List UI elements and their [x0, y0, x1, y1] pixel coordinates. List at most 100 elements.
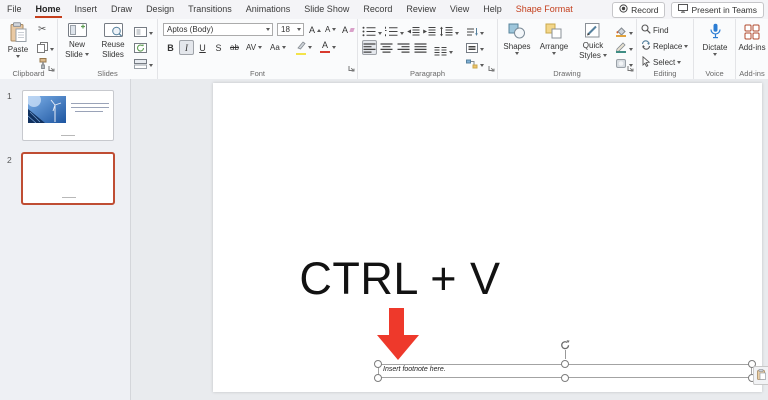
- font-dialog-launcher[interactable]: [348, 59, 355, 77]
- clipboard-dialog-launcher[interactable]: [48, 59, 55, 77]
- slide-2-thumbnail-selected[interactable]: [21, 152, 115, 205]
- font-size-combobox[interactable]: 18: [277, 23, 304, 36]
- selection-handle-top-left[interactable]: [374, 360, 382, 368]
- font-color-bar: [320, 50, 330, 53]
- tab-review[interactable]: Review: [399, 0, 443, 19]
- record-button[interactable]: Record: [612, 1, 666, 18]
- tab-transitions[interactable]: Transitions: [181, 0, 239, 19]
- thumbnail-text-line: [75, 111, 103, 112]
- tab-slide-show[interactable]: Slide Show: [297, 0, 356, 19]
- slide-1-thumbnail[interactable]: [22, 90, 114, 141]
- align-center-button[interactable]: [379, 40, 394, 55]
- slide-canvas[interactable]: [213, 83, 762, 392]
- caret-down-icon: [332, 28, 337, 31]
- align-left-button[interactable]: [362, 40, 377, 55]
- ribbon-group-clipboard: Paste ✂ Clipboard: [0, 19, 58, 79]
- tab-file[interactable]: File: [0, 0, 29, 19]
- clear-formatting-button[interactable]: A: [342, 25, 355, 35]
- tab-view[interactable]: View: [443, 0, 476, 19]
- replace-button[interactable]: Replace: [641, 40, 689, 52]
- drawing-dialog-launcher[interactable]: [627, 59, 634, 77]
- reuse-slides-label-line1: Reuse: [101, 40, 125, 49]
- select-label: Select: [653, 58, 676, 67]
- chevron-down-icon: [515, 52, 519, 55]
- voice-group-label: Voice: [705, 69, 724, 78]
- chevron-down-icon: [400, 31, 404, 35]
- font-color-button[interactable]: A: [320, 41, 336, 53]
- chevron-down-icon: [602, 54, 607, 57]
- chevron-down-icon: [480, 47, 484, 51]
- tab-help[interactable]: Help: [476, 0, 509, 19]
- chevron-down-icon: [84, 53, 89, 56]
- font-size-value: 18: [281, 25, 290, 34]
- replace-label: Replace: [653, 41, 683, 51]
- change-case-letters: Aa: [270, 43, 280, 52]
- tab-home[interactable]: Home: [29, 0, 68, 19]
- font-name-value: Aptos (Body): [167, 25, 214, 34]
- font-name-combobox[interactable]: Aptos (Body): [163, 23, 273, 36]
- quick-styles-icon: [585, 23, 601, 40]
- present-screen-icon: [678, 4, 689, 15]
- ribbon-group-voice: Dictate Voice: [694, 19, 736, 79]
- chevron-down-icon: [684, 44, 689, 48]
- red-arrow-head[interactable]: [377, 335, 419, 360]
- tab-shape-format[interactable]: Shape Format: [509, 0, 580, 19]
- tab-draw[interactable]: Draw: [104, 0, 139, 19]
- decrease-font-size-button[interactable]: A: [325, 25, 337, 34]
- editing-group-label: Editing: [653, 69, 677, 78]
- slide-main-text[interactable]: CTRL + V: [270, 253, 530, 305]
- chevron-down-icon: [149, 63, 153, 67]
- paste-options-button[interactable]: [753, 366, 768, 385]
- align-right-button[interactable]: [396, 40, 411, 55]
- strikethrough-button[interactable]: ab: [226, 40, 243, 55]
- line-spacing-button[interactable]: [439, 24, 459, 42]
- red-arrow-stem[interactable]: [389, 308, 404, 336]
- justify-button[interactable]: [413, 40, 428, 55]
- grow-font-letter: A: [309, 25, 316, 35]
- microphone-icon: [709, 23, 722, 42]
- new-slide-button[interactable]: New Slide: [60, 23, 94, 59]
- paragraph-dialog-launcher[interactable]: [488, 59, 495, 77]
- tab-design[interactable]: Design: [139, 0, 181, 19]
- chevron-down-icon: [378, 31, 382, 35]
- reuse-slides-button[interactable]: Reuse Slides: [96, 23, 130, 59]
- selection-handle-top-middle[interactable]: [561, 360, 569, 368]
- tab-record[interactable]: Record: [356, 0, 399, 19]
- paste-button[interactable]: Paste: [2, 22, 34, 58]
- reuse-slides-icon: [103, 23, 123, 39]
- increase-font-size-button[interactable]: A: [309, 25, 322, 35]
- chevron-down-icon: [281, 46, 286, 49]
- change-case-button[interactable]: Aa: [270, 43, 286, 52]
- text-highlight-button[interactable]: [296, 41, 312, 55]
- tab-insert[interactable]: Insert: [68, 0, 105, 19]
- arrange-button[interactable]: Arrange: [536, 23, 572, 55]
- caret-up-icon: [317, 28, 322, 32]
- present-button-label: Present in Teams: [691, 4, 757, 15]
- add-ins-button[interactable]: Add-ins: [736, 24, 768, 52]
- underline-button[interactable]: U: [195, 40, 210, 55]
- columns-button[interactable]: [434, 43, 453, 61]
- dictate-button[interactable]: Dictate: [698, 23, 732, 56]
- bold-button[interactable]: B: [163, 40, 178, 55]
- text-shadow-button[interactable]: S: [211, 40, 226, 55]
- quick-styles-label-line1: Quick: [582, 41, 604, 50]
- new-slide-label-line1: New: [68, 40, 85, 49]
- shapes-button[interactable]: Shapes: [500, 23, 534, 55]
- chevron-down-icon: [480, 63, 484, 67]
- tab-animations[interactable]: Animations: [239, 0, 298, 19]
- find-button[interactable]: Find: [641, 24, 669, 36]
- selection-handle-bottom-middle[interactable]: [561, 374, 569, 382]
- present-in-teams-button[interactable]: Present in Teams: [671, 1, 764, 18]
- chevron-down-icon: [258, 46, 263, 49]
- rotate-handle-connector: [564, 350, 566, 359]
- quick-styles-button[interactable]: Quick Styles: [574, 23, 612, 60]
- character-spacing-button[interactable]: AV: [246, 43, 263, 52]
- footnote-placeholder-text[interactable]: Insert footnote here.: [383, 366, 446, 373]
- selection-handle-bottom-left[interactable]: [374, 374, 382, 382]
- add-ins-grid-icon: [744, 24, 760, 42]
- font-group-label: Font: [249, 69, 265, 78]
- select-button[interactable]: Select: [641, 55, 682, 69]
- italic-button[interactable]: I: [179, 40, 194, 55]
- shrink-font-letter: A: [325, 25, 331, 34]
- cut-button[interactable]: ✂: [38, 24, 46, 35]
